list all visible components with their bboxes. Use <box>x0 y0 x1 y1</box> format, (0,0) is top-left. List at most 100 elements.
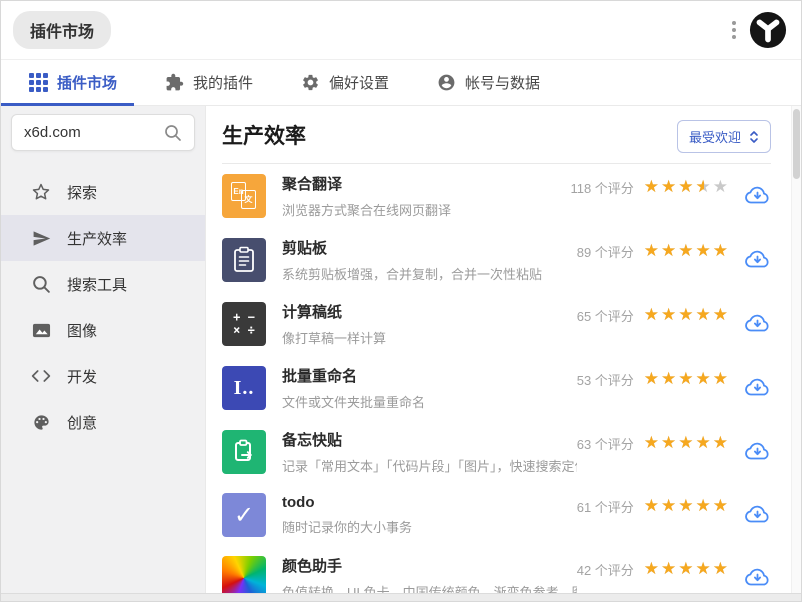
sidebar-item-label: 开发 <box>67 368 98 386</box>
plugin-icon-translate: En 文 <box>222 174 266 218</box>
cloud-download-icon <box>745 378 769 395</box>
download-button[interactable] <box>744 248 771 273</box>
tab-label: 偏好设置 <box>329 75 390 92</box>
sort-dropdown[interactable]: 最受欢迎 <box>676 120 771 153</box>
plugin-row-calc[interactable]: + − × ÷ 计算稿纸 像打草稿一样计算 65 个评分 ★★★★★ ★★★★★ <box>222 292 771 356</box>
download-button[interactable] <box>744 312 771 337</box>
window-bottom-edge <box>1 593 801 601</box>
cloud-download-icon <box>745 250 769 267</box>
star-rating: ★★★★★ ★★★★★ <box>643 305 730 324</box>
content: 探索 生产效率 搜索工具 <box>1 106 801 600</box>
sidebar-item-label: 搜索工具 <box>67 276 128 294</box>
sidebar-item-image[interactable]: 图像 <box>1 307 205 353</box>
tab-account-data[interactable]: 帐号与数据 <box>437 72 540 93</box>
clipboard-glyph <box>234 246 254 272</box>
plugin-row-todo[interactable]: ✓ todo 随时记录你的大小事务 61 个评分 ★★★★★ ★★★★★ <box>222 484 771 546</box>
gear-icon <box>303 74 318 91</box>
plugin-description: 像打草稿一样计算 <box>282 331 387 346</box>
plugin-row-rename[interactable]: I.. 批量重命名 文件或文件夹批量重命名 53 个评分 ★★★★★ ★★★★★ <box>222 356 771 420</box>
star-rating: ★★★★★ ★★★★★ <box>643 433 730 452</box>
search-icon[interactable] <box>164 124 182 142</box>
main-header: 生产效率 最受欢迎 <box>222 120 771 153</box>
sidebar-item-search-tools[interactable]: 搜索工具 <box>1 261 205 307</box>
code-icon <box>31 366 51 386</box>
cloud-download-icon <box>745 186 769 203</box>
plugin-name: 聚合翻译 <box>282 176 343 193</box>
plugin-name: 备忘快贴 <box>282 432 343 449</box>
cloud-download-icon <box>745 314 769 331</box>
tab-preferences[interactable]: 偏好设置 <box>301 72 389 93</box>
rating-count: 89 个评分 <box>576 244 634 260</box>
vertical-scrollbar[interactable] <box>791 106 801 593</box>
sort-label: 最受欢迎 <box>688 130 741 145</box>
app-title-badge: 插件市场 <box>13 11 112 49</box>
utools-logo-icon[interactable] <box>749 11 787 49</box>
download-button[interactable] <box>744 566 771 591</box>
page-title: 生产效率 <box>222 124 306 148</box>
sidebar-item-label: 创意 <box>67 414 98 432</box>
plugin-list: En 文 聚合翻译 浏览器方式聚合在线网页翻译 118 个评分 ★★★★★ ★★… <box>222 164 771 601</box>
sidebar-search[interactable] <box>11 114 195 151</box>
plugin-icon-todo: ✓ <box>222 493 266 537</box>
rating-count: 53 个评分 <box>576 372 634 388</box>
plugin-name: todo <box>282 494 315 511</box>
sidebar-item-develop[interactable]: 开发 <box>1 353 205 399</box>
sort-chevrons-icon <box>750 130 758 143</box>
plugin-description: 文件或文件夹批量重命名 <box>282 395 426 410</box>
download-button[interactable] <box>744 376 771 401</box>
paper-plane-icon <box>31 228 51 248</box>
search-icon <box>31 274 51 294</box>
sidebar-item-label: 生产效率 <box>67 230 128 248</box>
plugin-icon-memo <box>222 430 266 474</box>
plugin-description: 浏览器方式聚合在线网页翻译 <box>282 203 452 218</box>
palette-icon <box>31 412 51 432</box>
plugin-icon-rename: I.. <box>222 366 266 410</box>
star-rating: ★★★★★ ★★★★★ <box>643 177 730 196</box>
plugin-name: 剪贴板 <box>282 240 328 257</box>
rating-count: 65 个评分 <box>576 308 634 324</box>
tab-plugin-market[interactable]: 插件市场 <box>29 72 117 93</box>
rating-count: 61 个评分 <box>576 499 634 515</box>
plugin-row-memo[interactable]: 备忘快贴 记录「常用文本」「代码片段」「图片」，快速搜索定位，回车粘贴 63 个… <box>222 420 771 484</box>
download-button[interactable] <box>744 184 771 209</box>
cloud-download-icon <box>745 568 769 585</box>
translate-page-cn: 文 <box>241 190 256 209</box>
tab-my-plugins[interactable]: 我的插件 <box>165 72 253 93</box>
cloud-download-icon <box>745 442 769 459</box>
sidebar-item-label: 图像 <box>67 322 98 340</box>
sidebar-item-explore[interactable]: 探索 <box>1 169 205 215</box>
plugin-row-clipboard[interactable]: 剪贴板 系统剪贴板增强，合并复制，合并一次性粘贴 89 个评分 ★★★★★ ★★… <box>222 228 771 292</box>
tab-label: 帐号与数据 <box>465 75 541 92</box>
star-rating: ★★★★★ ★★★★★ <box>643 369 730 388</box>
puzzle-icon <box>166 73 184 91</box>
plugin-icon-clipboard <box>222 238 266 282</box>
plugin-description: 记录「常用文本」「代码片段」「图片」，快速搜索定位，回车粘贴 <box>282 459 577 474</box>
rating-count: 42 个评分 <box>576 562 634 578</box>
plugin-row-translate[interactable]: En 文 聚合翻译 浏览器方式聚合在线网页翻译 118 个评分 ★★★★★ ★★… <box>222 164 771 228</box>
plugin-name: 计算稿纸 <box>282 304 343 321</box>
kebab-menu-icon[interactable] <box>728 17 740 43</box>
star-icon <box>31 182 51 202</box>
sidebar-item-productivity[interactable]: 生产效率 <box>1 215 205 261</box>
calc-glyph: + − × ÷ <box>233 310 255 337</box>
tab-bar: 插件市场 我的插件 偏好设置 帐号与数据 <box>1 59 801 106</box>
sidebar-item-creative[interactable]: 创意 <box>1 399 205 445</box>
plugin-name: 颜色助手 <box>282 558 343 575</box>
download-button[interactable] <box>744 503 771 528</box>
tab-label: 我的插件 <box>193 75 254 92</box>
header-actions <box>728 11 787 49</box>
download-button[interactable] <box>744 440 771 465</box>
rename-glyph: I.. <box>233 376 255 399</box>
search-input[interactable] <box>24 124 154 141</box>
app-window: 插件市场 插件市场 我的插件 偏好设置 帐号与数据 x6d.com 探索 生产效… <box>0 0 802 602</box>
star-rating: ★★★★★ ★★★★★ <box>643 559 730 578</box>
plugin-icon-calc: + − × ÷ <box>222 302 266 346</box>
cloud-download-icon <box>745 505 769 522</box>
image-icon <box>31 320 51 340</box>
grid-icon <box>29 73 48 92</box>
scrollbar-thumb[interactable] <box>793 109 800 179</box>
main-panel: 生产效率 最受欢迎 En 文 聚合翻译 浏览器方式聚合在线网页翻译 118 个评… <box>206 106 801 600</box>
sidebar-nav: 探索 生产效率 搜索工具 图像 开发 创意 <box>1 169 205 445</box>
rating-count: 63 个评分 <box>576 436 634 452</box>
plugin-description: 随时记录你的大小事务 <box>282 520 413 535</box>
